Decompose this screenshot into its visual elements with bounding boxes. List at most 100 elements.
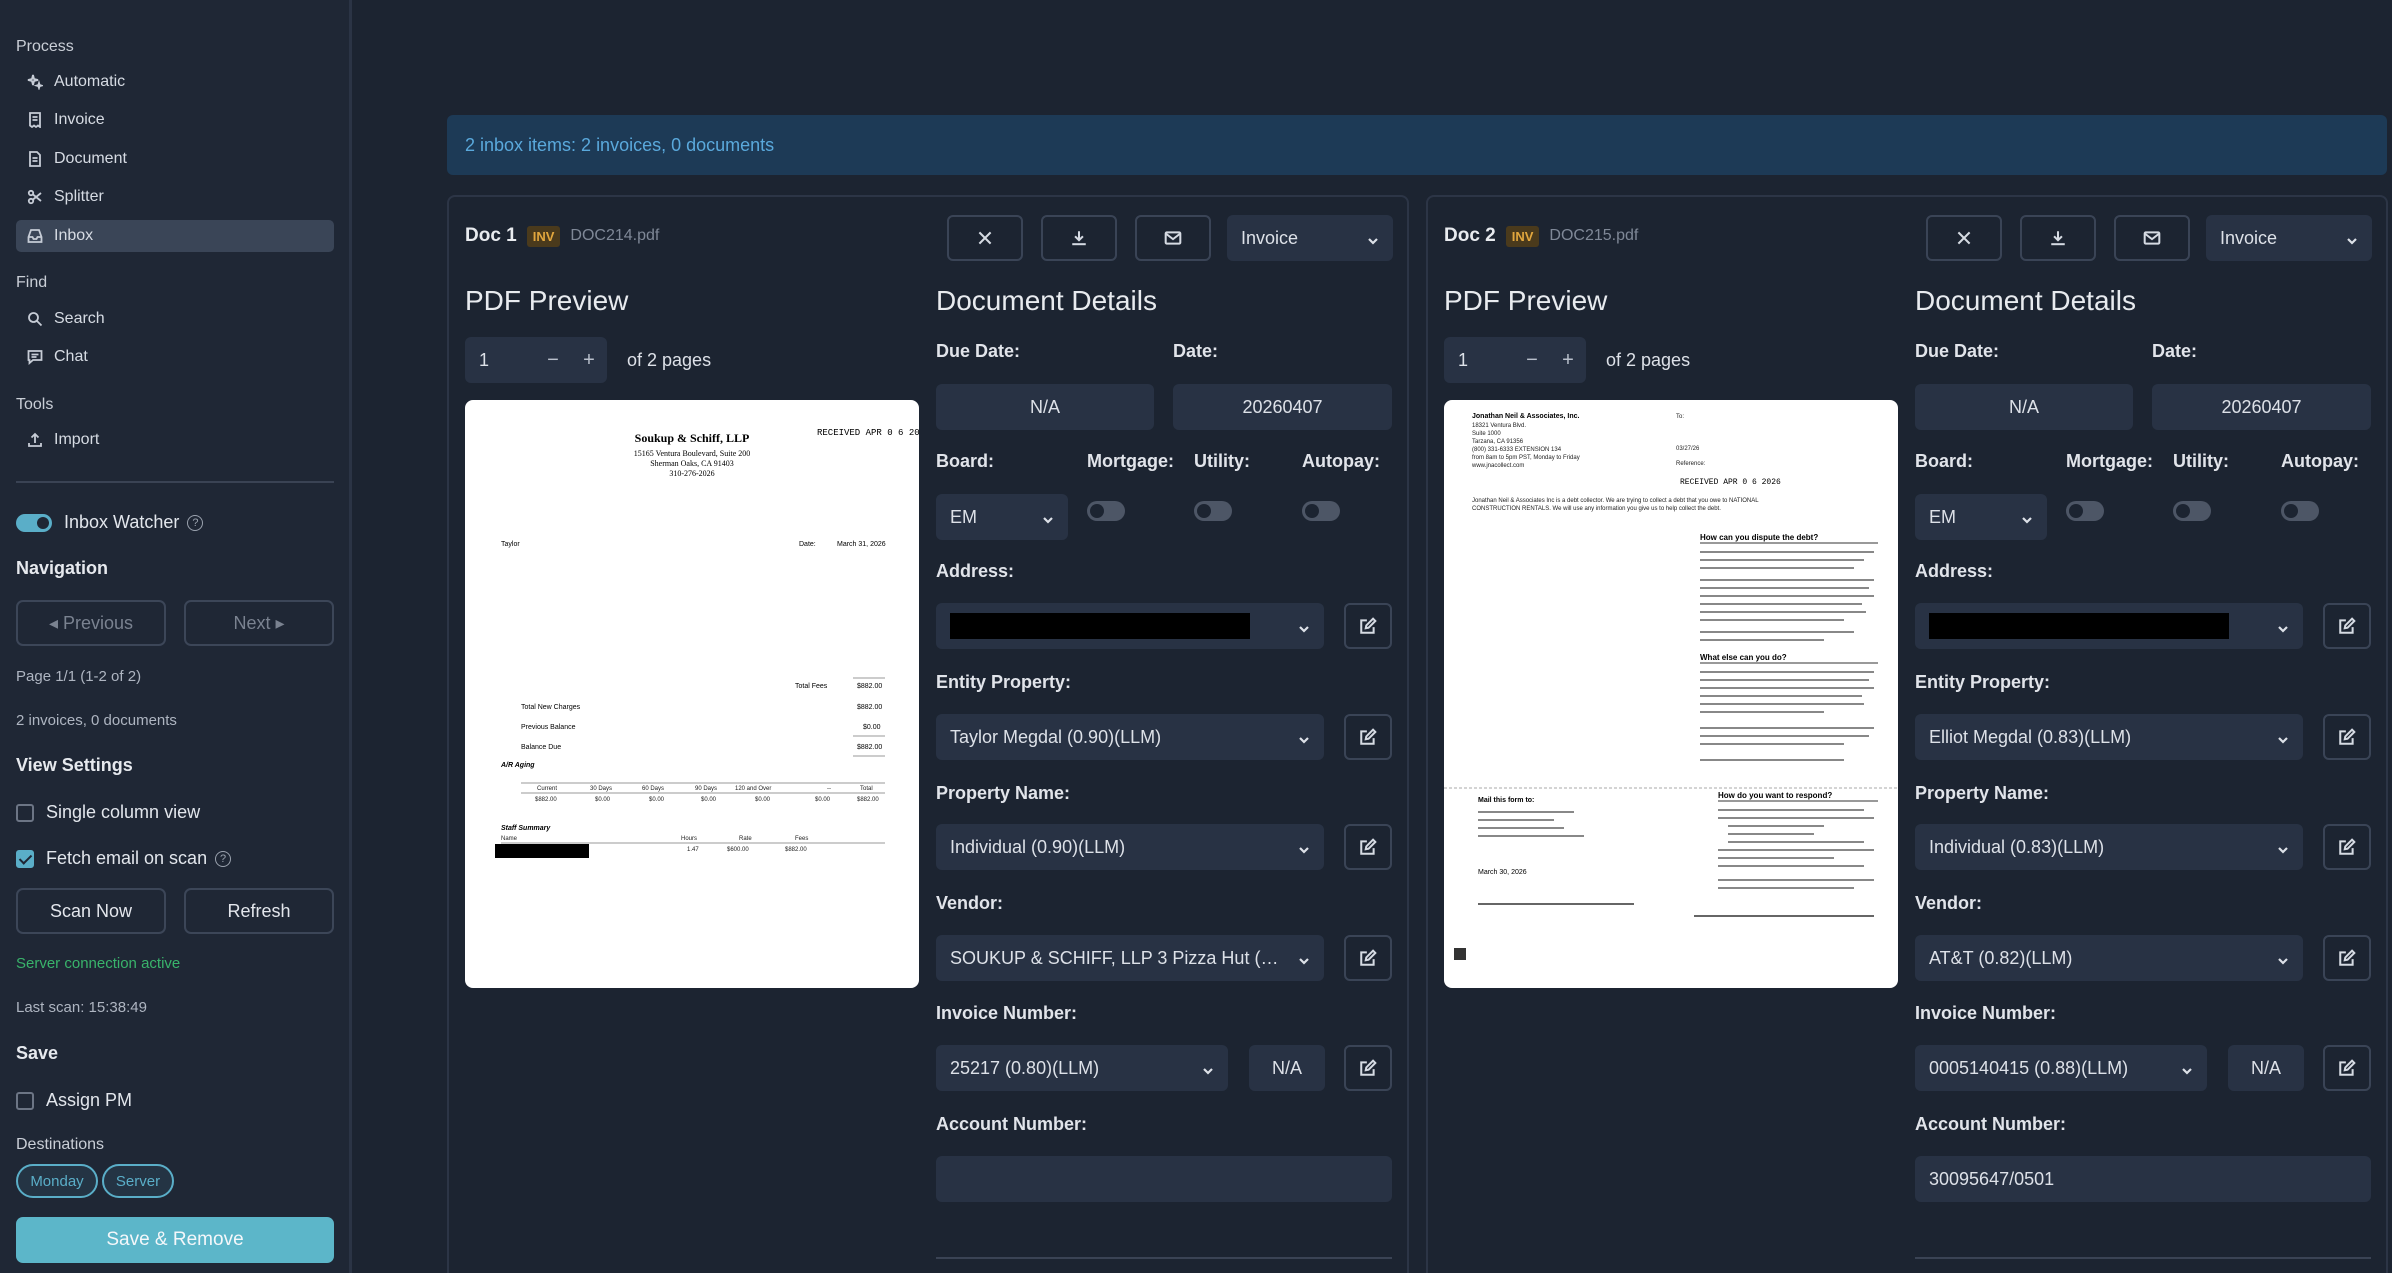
autopay-label: Autopay: (2281, 451, 2359, 471)
fetch-email-checkbox[interactable] (16, 849, 34, 868)
sidebar-item-invoice[interactable]: Invoice (16, 104, 334, 136)
minus-icon[interactable]: − (1514, 349, 1550, 372)
sidebar-item-search[interactable]: Search (16, 303, 334, 335)
svg-text:Name: Name (501, 836, 518, 842)
help-icon[interactable]: ? (215, 850, 232, 867)
entity-property-select[interactable]: Elliot Megdal (0.83)(LLM) (1915, 714, 2303, 760)
chevron-down-icon (1298, 951, 1310, 965)
page-stepper[interactable]: 1 − + (465, 337, 607, 383)
utility-toggle[interactable] (1194, 501, 1232, 521)
utility-toggle[interactable] (2173, 501, 2211, 521)
chevron-down-icon (1367, 231, 1379, 245)
invoice-extra-input[interactable]: N/A (1249, 1045, 1325, 1091)
date-input[interactable]: 20260407 (2152, 384, 2371, 430)
date-input[interactable]: 20260407 (1173, 384, 1392, 430)
sidebar-item-import[interactable]: Import (16, 424, 334, 456)
edit-icon (1360, 838, 1377, 855)
assign-pm-label: Assign PM (46, 1090, 133, 1110)
page-number[interactable]: 1 (465, 350, 535, 371)
sidebar-item-label: Import (54, 431, 100, 448)
address-select[interactable] (1915, 603, 2303, 649)
email-button[interactable] (2114, 215, 2190, 261)
minus-icon[interactable]: − (535, 349, 571, 372)
doc-type-select[interactable]: Invoice (2206, 215, 2372, 261)
chevron-down-icon (2277, 951, 2289, 965)
edit-entity-property-button[interactable] (2323, 714, 2371, 760)
sidebar-item-label: Invoice (54, 111, 105, 128)
close-button[interactable] (1926, 215, 2002, 261)
page-number[interactable]: 1 (1444, 350, 1514, 371)
download-icon (1072, 231, 1086, 246)
edit-property-name-button[interactable] (1344, 824, 1392, 870)
download-button[interactable] (2020, 215, 2096, 261)
invoice-number-value: 25217 (0.80)(LLM) (950, 1057, 1100, 1078)
edit-vendor-button[interactable] (1344, 935, 1392, 981)
property-name-select[interactable]: Individual (0.83)(LLM) (1915, 824, 2303, 870)
due-date-input[interactable]: N/A (1915, 384, 2133, 430)
address-label: Address: (1915, 561, 1994, 581)
download-button[interactable] (1041, 215, 1117, 261)
chevron-down-icon (1202, 1061, 1214, 1075)
close-button[interactable] (947, 215, 1023, 261)
sidebar-item-inbox[interactable]: Inbox (16, 220, 334, 252)
refresh-button[interactable]: Refresh (184, 888, 334, 934)
single-column-row[interactable]: Single column view (16, 802, 200, 823)
redacted-address (1929, 613, 2229, 639)
single-column-checkbox[interactable] (16, 803, 34, 822)
mortgage-toggle[interactable] (2066, 501, 2104, 521)
svg-text:Suite 1000: Suite 1000 (1472, 431, 1501, 437)
inbox-watcher-toggle[interactable] (16, 513, 52, 532)
fetch-email-row[interactable]: Fetch email on scan ? (16, 848, 232, 869)
invoice-number-select[interactable]: 25217 (0.80)(LLM) (936, 1045, 1228, 1091)
sidebar-item-chat[interactable]: Chat (16, 341, 334, 373)
email-button[interactable] (1135, 215, 1211, 261)
edit-invoice-number-button[interactable] (1344, 1045, 1392, 1091)
save-remove-button[interactable]: Save & Remove (16, 1217, 334, 1263)
autopay-toggle[interactable] (1302, 501, 1340, 521)
destination-chip-monday[interactable]: Monday (16, 1164, 98, 1198)
board-select[interactable]: EM (1915, 494, 2047, 540)
board-label: Board: (936, 451, 994, 471)
invoice-number-select[interactable]: 0005140415 (0.88)(LLM) (1915, 1045, 2207, 1091)
doc-filename: DOC214.pdf (570, 227, 660, 244)
board-select[interactable]: EM (936, 494, 1068, 540)
scan-now-button[interactable]: Scan Now (16, 888, 166, 934)
vendor-select[interactable]: SOUKUP & SCHIFF, LLP 3 Pizza Hut (0.33… (936, 935, 1324, 981)
doc-type-select[interactable]: Invoice (1227, 215, 1393, 261)
autopay-toggle[interactable] (2281, 501, 2319, 521)
account-number-input[interactable] (936, 1156, 1392, 1202)
property-name-select[interactable]: Individual (0.90)(LLM) (936, 824, 1324, 870)
next-button[interactable]: Next ▸ (184, 600, 334, 646)
edit-property-name-button[interactable] (2323, 824, 2371, 870)
invoice-extra-input[interactable]: N/A (2228, 1045, 2304, 1091)
chevron-down-icon (2181, 1061, 2193, 1075)
pdf-bal-due: Balance Due (521, 744, 561, 751)
mortgage-toggle[interactable] (1087, 501, 1125, 521)
account-number-input[interactable]: 30095647/0501 (1915, 1156, 2371, 1202)
edit-address-button[interactable] (1344, 603, 1392, 649)
plus-icon[interactable]: + (571, 349, 607, 372)
edit-entity-property-button[interactable] (1344, 714, 1392, 760)
help-icon[interactable]: ? (187, 514, 204, 531)
due-date-input[interactable]: N/A (936, 384, 1154, 430)
vendor-select[interactable]: AT&T (0.82)(LLM) (1915, 935, 2303, 981)
sidebar-item-document[interactable]: Document (16, 143, 334, 175)
assign-pm-row[interactable]: Assign PM (16, 1090, 132, 1111)
address-select[interactable] (936, 603, 1324, 649)
edit-address-button[interactable] (2323, 603, 2371, 649)
edit-invoice-number-button[interactable] (2323, 1045, 2371, 1091)
pdf-date: March 31, 2026 (837, 541, 886, 548)
destination-chip-server[interactable]: Server (102, 1164, 174, 1198)
receipt-icon (26, 111, 44, 129)
sidebar-item-splitter[interactable]: Splitter (16, 181, 334, 213)
edit-icon (2339, 949, 2356, 966)
previous-button[interactable]: ◂ Previous (16, 600, 166, 646)
plus-icon[interactable]: + (1550, 349, 1586, 372)
board-value: EM (1929, 506, 1956, 527)
edit-vendor-button[interactable] (2323, 935, 2371, 981)
page-stepper[interactable]: 1 − + (1444, 337, 1586, 383)
entity-property-select[interactable]: Taylor Megdal (0.90)(LLM) (936, 714, 1324, 760)
property-name-label: Property Name: (1915, 783, 2050, 803)
assign-pm-checkbox[interactable] (16, 1091, 34, 1110)
sidebar-item-automatic[interactable]: Automatic (16, 66, 334, 98)
